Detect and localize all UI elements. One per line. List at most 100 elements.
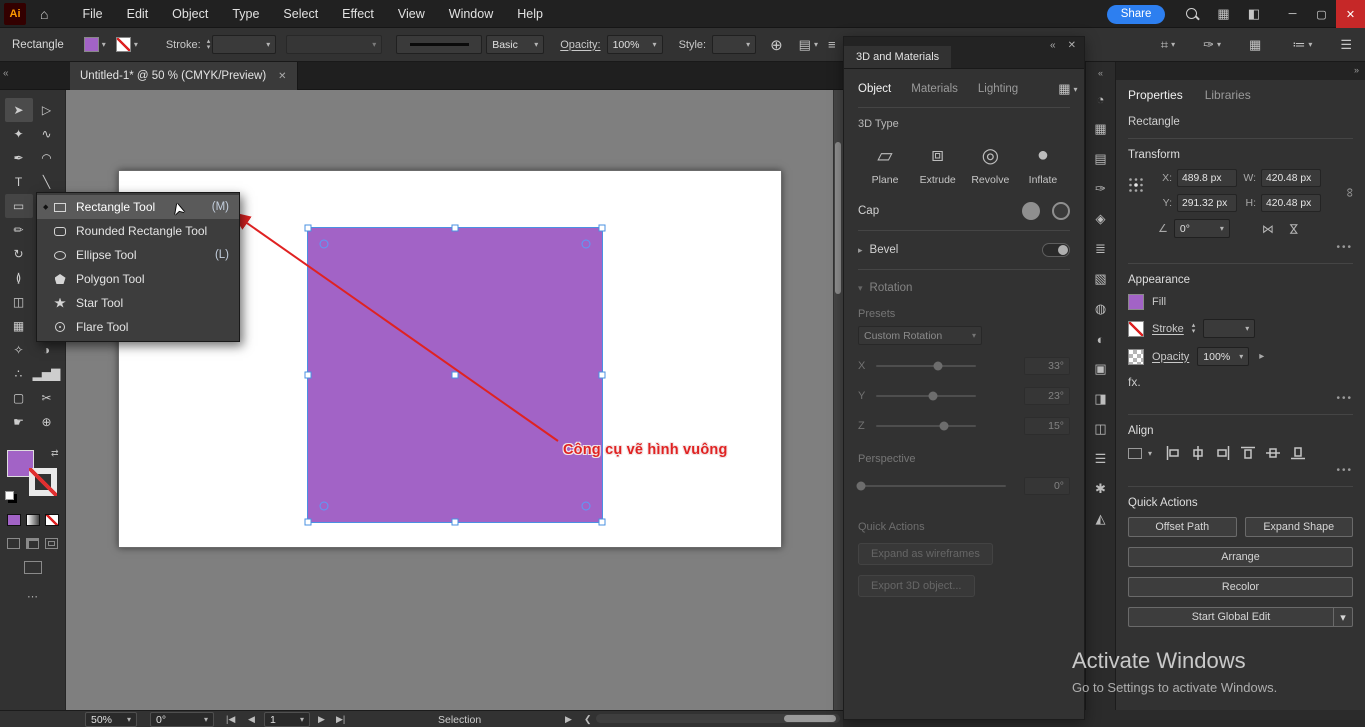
screen-mode-button[interactable] <box>24 561 42 574</box>
more-options-icon[interactable]: ••• <box>1128 242 1353 253</box>
slider-knob[interactable] <box>940 422 949 431</box>
scroll-left-icon[interactable]: ❮ <box>584 712 592 727</box>
tab-properties[interactable]: Properties <box>1128 88 1183 102</box>
menu-item-rectangle-tool[interactable]: ◆ Rectangle Tool (M) <box>37 195 239 219</box>
edit-toolbar-icon[interactable]: ⋯ <box>0 590 65 603</box>
opacity-select[interactable]: 100% ▾ <box>1197 347 1249 366</box>
type-tool[interactable]: T <box>5 170 33 194</box>
stroke-weight-select[interactable]: ▾ <box>1203 319 1255 338</box>
dock-icon-history[interactable]: ✱ <box>1086 474 1115 504</box>
3d-panel-tab[interactable]: 3D and Materials <box>844 46 951 68</box>
selection-tool[interactable]: ➤ <box>5 98 33 122</box>
zoom-level-select[interactable]: 50% ▾ <box>85 712 137 727</box>
corner-widget[interactable] <box>320 240 329 249</box>
gradient-button[interactable] <box>26 514 40 526</box>
canvas-area[interactable]: Công cụ vẽ hình vuông <box>66 90 843 710</box>
flip-vertical-icon[interactable]: ⋈ <box>1287 223 1301 235</box>
dock-icon-color-guide[interactable]: ▦ <box>1086 114 1115 144</box>
perspective-slider[interactable] <box>858 485 1006 487</box>
y-field[interactable]: 291.32 px <box>1177 194 1237 212</box>
stroke-swatch[interactable] <box>116 37 131 52</box>
opacity-select[interactable]: 100%▾ <box>607 35 663 54</box>
menu-item[interactable]: Type <box>220 0 271 28</box>
artboard-tool[interactable]: ▢ <box>5 386 33 410</box>
menu-item-flare-tool[interactable]: Flare Tool <box>37 315 239 339</box>
grid-options-icon[interactable]: ⌗ ▾ <box>1161 37 1175 53</box>
pen-tool[interactable]: ✒ <box>5 146 33 170</box>
dock-icon-stroke[interactable]: ≣ <box>1086 234 1115 264</box>
slider-knob[interactable] <box>929 392 938 401</box>
menu-item[interactable]: Effect <box>330 0 386 28</box>
selection-handle[interactable] <box>305 225 312 232</box>
arrange-documents-icon[interactable]: ◧ <box>1248 6 1260 22</box>
export-3d-object-button[interactable]: Export 3D object... <box>858 575 975 597</box>
stroke-swatch[interactable] <box>1128 321 1144 337</box>
line-segment-tool[interactable]: ╲ <box>33 170 61 194</box>
home-icon[interactable]: ⌂ <box>40 6 48 22</box>
next-artboard-icon[interactable]: ▶ <box>318 712 325 727</box>
draw-inside-button[interactable] <box>45 538 58 549</box>
expand-shape-button[interactable]: Expand Shape <box>1245 517 1354 537</box>
menu-item[interactable]: Select <box>271 0 330 28</box>
align-middle-vertical-icon[interactable] <box>1265 445 1281 461</box>
align-to-select[interactable]: ▾ <box>1128 448 1152 459</box>
menu-item[interactable]: File <box>70 0 114 28</box>
curvature-tool[interactable]: ◠ <box>33 146 61 170</box>
tab-object[interactable]: Object <box>858 83 891 95</box>
offset-path-button[interactable]: Offset Path <box>1128 517 1237 537</box>
rotation-preset-select[interactable]: Custom Rotation ▾ <box>858 326 982 345</box>
style-select[interactable]: ▾ <box>712 35 756 54</box>
fill-label[interactable]: Fill <box>1152 296 1166 308</box>
corner-widget[interactable] <box>582 240 591 249</box>
stroke-swatch[interactable] <box>29 468 57 496</box>
document-tab[interactable]: Untitled-1* @ 50 % (CMYK/Preview) ✕ <box>70 62 298 90</box>
dock-icon-navigator[interactable]: ◭ <box>1086 504 1115 534</box>
dock-icon-appearance[interactable]: ◐ <box>1086 324 1115 354</box>
vertical-scrollbar[interactable] <box>833 90 843 710</box>
expand-panels-icon[interactable]: « <box>1086 62 1115 84</box>
w-field[interactable]: 420.48 px <box>1261 169 1321 187</box>
pencil-tool[interactable]: ✏ <box>5 218 33 242</box>
slider-knob[interactable] <box>856 482 865 491</box>
chevron-down-icon[interactable]: ▾ <box>858 283 863 294</box>
list-options-icon[interactable]: ≔ ▾ <box>1292 37 1312 53</box>
last-artboard-icon[interactable]: ▶| <box>336 712 345 727</box>
close-panel-icon[interactable]: ✕ <box>1068 40 1076 51</box>
menu-item[interactable]: Edit <box>115 0 161 28</box>
variable-width-profile-select[interactable]: ▾ <box>286 35 382 54</box>
h-field[interactable]: 420.48 px <box>1261 194 1321 212</box>
rotation-select[interactable]: 0° ▾ <box>1174 219 1230 238</box>
hamburger-menu-icon[interactable]: ☰ <box>1340 37 1355 53</box>
vertical-scrollbar-thumb[interactable] <box>835 142 841 294</box>
draw-behind-button[interactable] <box>26 538 39 549</box>
collapse-tabs-icon[interactable]: « <box>3 68 9 79</box>
x-field[interactable]: 489.8 px <box>1177 169 1237 187</box>
more-options-icon[interactable]: ••• <box>1128 465 1353 476</box>
stepper-down-icon[interactable]: ▾ <box>207 45 211 51</box>
fill-swatch[interactable] <box>1128 294 1144 310</box>
opacity-label[interactable]: Opacity: <box>560 39 600 51</box>
fill-swatch[interactable] <box>84 37 99 52</box>
render-settings-icon[interactable]: ▦▾ <box>1058 81 1077 97</box>
dock-icon-libraries[interactable]: ☰ <box>1086 444 1115 474</box>
hand-tool[interactable]: ☛ <box>5 410 33 434</box>
horizontal-scrollbar[interactable] <box>596 714 840 723</box>
slice-tool[interactable]: ✂ <box>33 386 61 410</box>
shape-builder-tool[interactable]: ◫ <box>5 290 33 314</box>
rotation-y-value[interactable]: 23° <box>1024 387 1070 405</box>
cap-round-button[interactable] <box>1052 202 1070 220</box>
dock-icon-asset-export[interactable]: ◫ <box>1086 414 1115 444</box>
fill-color-control[interactable]: ▾ <box>84 37 106 52</box>
dock-icon-symbols[interactable]: ◈ <box>1086 204 1115 234</box>
menu-item-rounded-rectangle-tool[interactable]: Rounded Rectangle Tool <box>37 219 239 243</box>
selection-handle[interactable] <box>599 225 606 232</box>
rotate-tool[interactable]: ↻ <box>5 242 33 266</box>
stroke-weight-stepper[interactable]: ▴ ▾ <box>1192 323 1196 335</box>
stroke-weight-select[interactable]: ▾ <box>212 35 276 54</box>
brush-definition-select[interactable]: Basic▾ <box>486 35 544 54</box>
color-button[interactable] <box>7 514 21 526</box>
opacity-icon[interactable] <box>1128 349 1144 365</box>
menu-item-polygon-tool[interactable]: Polygon Tool <box>37 267 239 291</box>
selection-handle[interactable] <box>452 519 459 526</box>
rotation-x-value[interactable]: 33° <box>1024 357 1070 375</box>
